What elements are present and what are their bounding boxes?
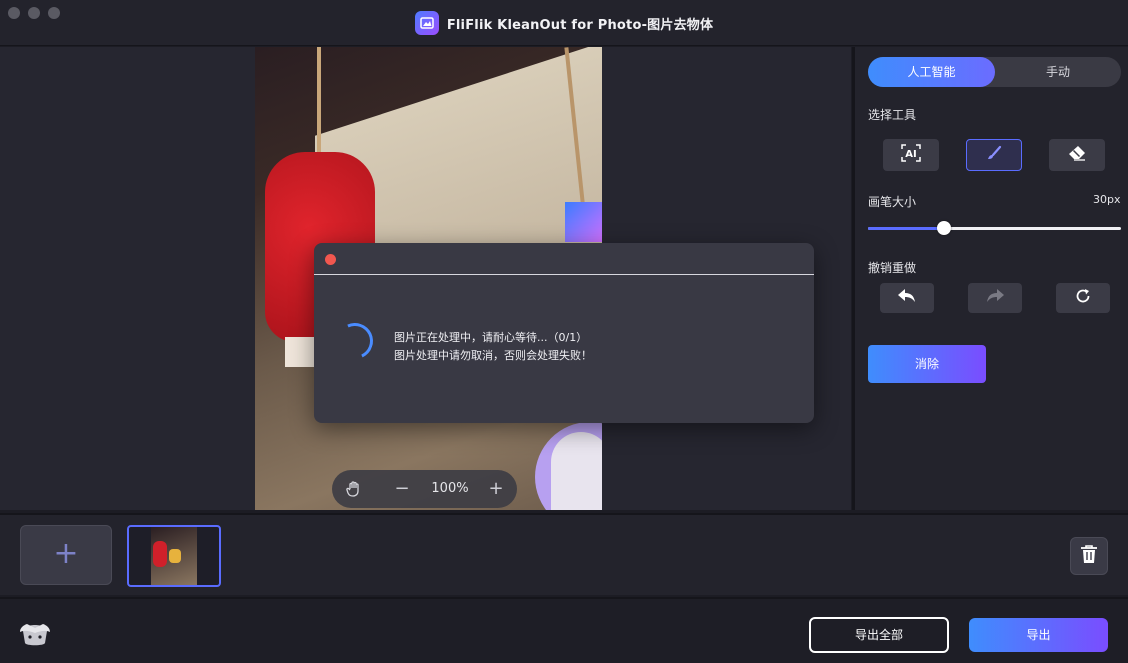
svg-text:AI: AI	[905, 149, 916, 160]
footer-bar: 导出全部 导出	[0, 597, 1128, 663]
export-all-button[interactable]: 导出全部	[809, 617, 949, 653]
redo-button[interactable]	[968, 283, 1022, 313]
brush-size-value: 30px	[1093, 193, 1121, 206]
window-title: FliFlik KleanOut for Photo-图片去物体	[446, 17, 714, 33]
tab-ai-mode[interactable]: 人工智能	[868, 57, 995, 87]
trash-icon	[1080, 544, 1098, 568]
slider-fill	[868, 227, 944, 230]
processing-dialog: 图片正在处理中，请耐心等待...（0/1） 图片处理中请勿取消，否则会处理失败！	[314, 243, 814, 423]
slider-handle[interactable]	[936, 221, 951, 235]
tool-panel: 人工智能 手动 选择工具 AI 画笔大小 30px 撤销重做 消除	[852, 47, 1128, 510]
export-button[interactable]: 导出	[969, 618, 1108, 652]
undo-icon	[897, 288, 917, 308]
tab-manual-mode[interactable]: 手动	[995, 57, 1121, 87]
photo-edit-icon	[414, 11, 439, 35]
image-thumbnail[interactable]	[127, 525, 221, 587]
zoom-out-button[interactable]: −	[394, 479, 410, 499]
loading-spinner-icon	[331, 317, 379, 365]
processing-warning: 图片处理中请勿取消，否则会处理失败！	[394, 349, 592, 362]
brush-size-label: 画笔大小	[868, 195, 917, 209]
hand-pan-icon[interactable]	[344, 479, 364, 499]
ai-select-icon: AI	[901, 144, 921, 166]
eraser-icon	[1068, 145, 1086, 165]
zoom-control: − 100% +	[332, 470, 517, 508]
add-image-button[interactable]: +	[20, 525, 112, 585]
dialog-close-button[interactable]	[325, 254, 336, 265]
undo-redo-label: 撤销重做	[868, 261, 917, 275]
redo-icon	[985, 288, 1005, 308]
thumbnail-strip: +	[0, 513, 1128, 595]
zoom-level: 100%	[431, 481, 469, 496]
ai-select-tool-button[interactable]: AI	[883, 139, 939, 171]
processing-message: 图片正在处理中，请耐心等待...（0/1）	[394, 331, 588, 344]
erase-button[interactable]: 消除	[868, 345, 986, 383]
brush-icon	[986, 145, 1002, 165]
brush-size-slider[interactable]	[868, 221, 1121, 235]
delete-image-button[interactable]	[1070, 537, 1108, 575]
eraser-tool-button[interactable]	[1049, 139, 1105, 171]
mode-toggle: 人工智能 手动	[868, 57, 1121, 87]
reset-icon	[1074, 287, 1092, 309]
zoom-in-button[interactable]: +	[488, 479, 504, 499]
select-tool-label: 选择工具	[868, 108, 917, 122]
dialog-divider	[314, 274, 814, 275]
undo-button[interactable]	[880, 283, 934, 313]
title-bar: FliFlik KleanOut for Photo-图片去物体	[0, 0, 1128, 46]
brand-logo-icon[interactable]	[18, 617, 52, 649]
reset-button[interactable]	[1056, 283, 1110, 313]
brush-tool-button[interactable]	[966, 139, 1022, 171]
